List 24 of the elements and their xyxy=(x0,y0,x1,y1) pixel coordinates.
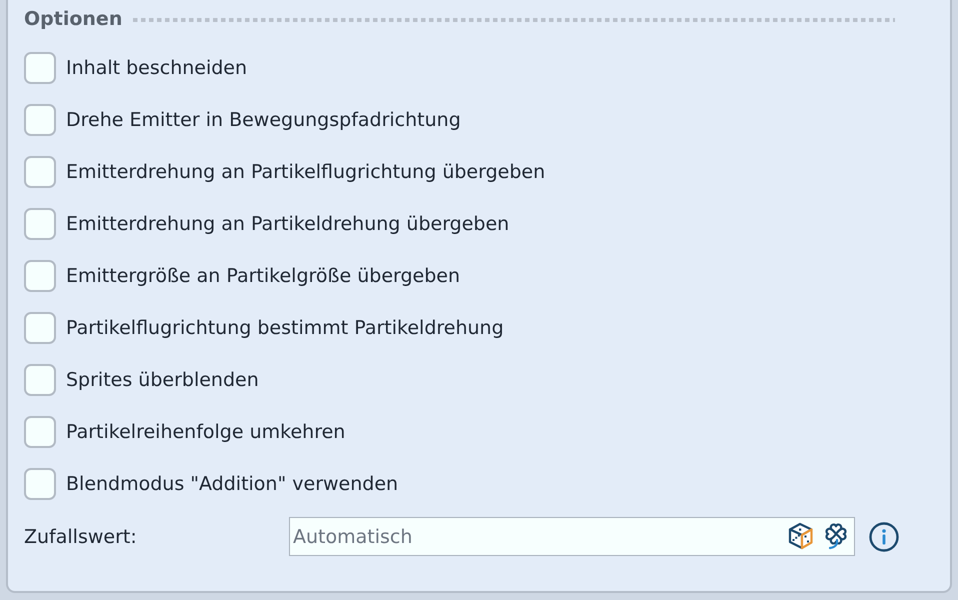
info-icon[interactable] xyxy=(869,522,899,552)
checkbox-label[interactable]: Inhalt beschneiden xyxy=(66,57,248,79)
checkbox[interactable] xyxy=(24,468,56,500)
checkbox[interactable] xyxy=(24,156,56,188)
checkbox-label[interactable]: Partikelreihenfolge umkehren xyxy=(66,421,346,443)
checkbox-label[interactable]: Blendmodus "Addition" verwenden xyxy=(66,473,398,495)
checkbox[interactable] xyxy=(24,260,56,292)
checkbox-label[interactable]: Sprites überblenden xyxy=(66,369,259,391)
checkbox[interactable] xyxy=(24,52,56,84)
checkbox-label[interactable]: Emitterdrehung an Partikeldrehung übergeben xyxy=(66,213,510,235)
checkbox-label[interactable]: Drehe Emitter in Bewegungspfadrichtung xyxy=(66,109,461,131)
checkbox-label[interactable]: Partikelflugrichtung bestimmt Partikeldrehung xyxy=(66,317,504,339)
checkbox[interactable] xyxy=(24,312,56,344)
checkbox[interactable] xyxy=(24,104,56,136)
section-title: Optionen xyxy=(24,8,122,30)
field-label: Zufallswert: xyxy=(24,526,138,548)
checkbox-label[interactable]: Emitterdrehung an Partikelflugrichtung übergeben xyxy=(66,161,546,183)
checkbox[interactable] xyxy=(24,208,56,240)
dice-icon[interactable] xyxy=(787,522,815,550)
checkbox-label[interactable]: Emittergröße an Partikelgröße übergeben xyxy=(66,265,460,287)
checkbox[interactable] xyxy=(24,364,56,396)
clover-icon[interactable] xyxy=(823,522,849,550)
seed-input-field[interactable]: Automatisch xyxy=(289,517,855,556)
checkbox[interactable] xyxy=(24,416,56,448)
